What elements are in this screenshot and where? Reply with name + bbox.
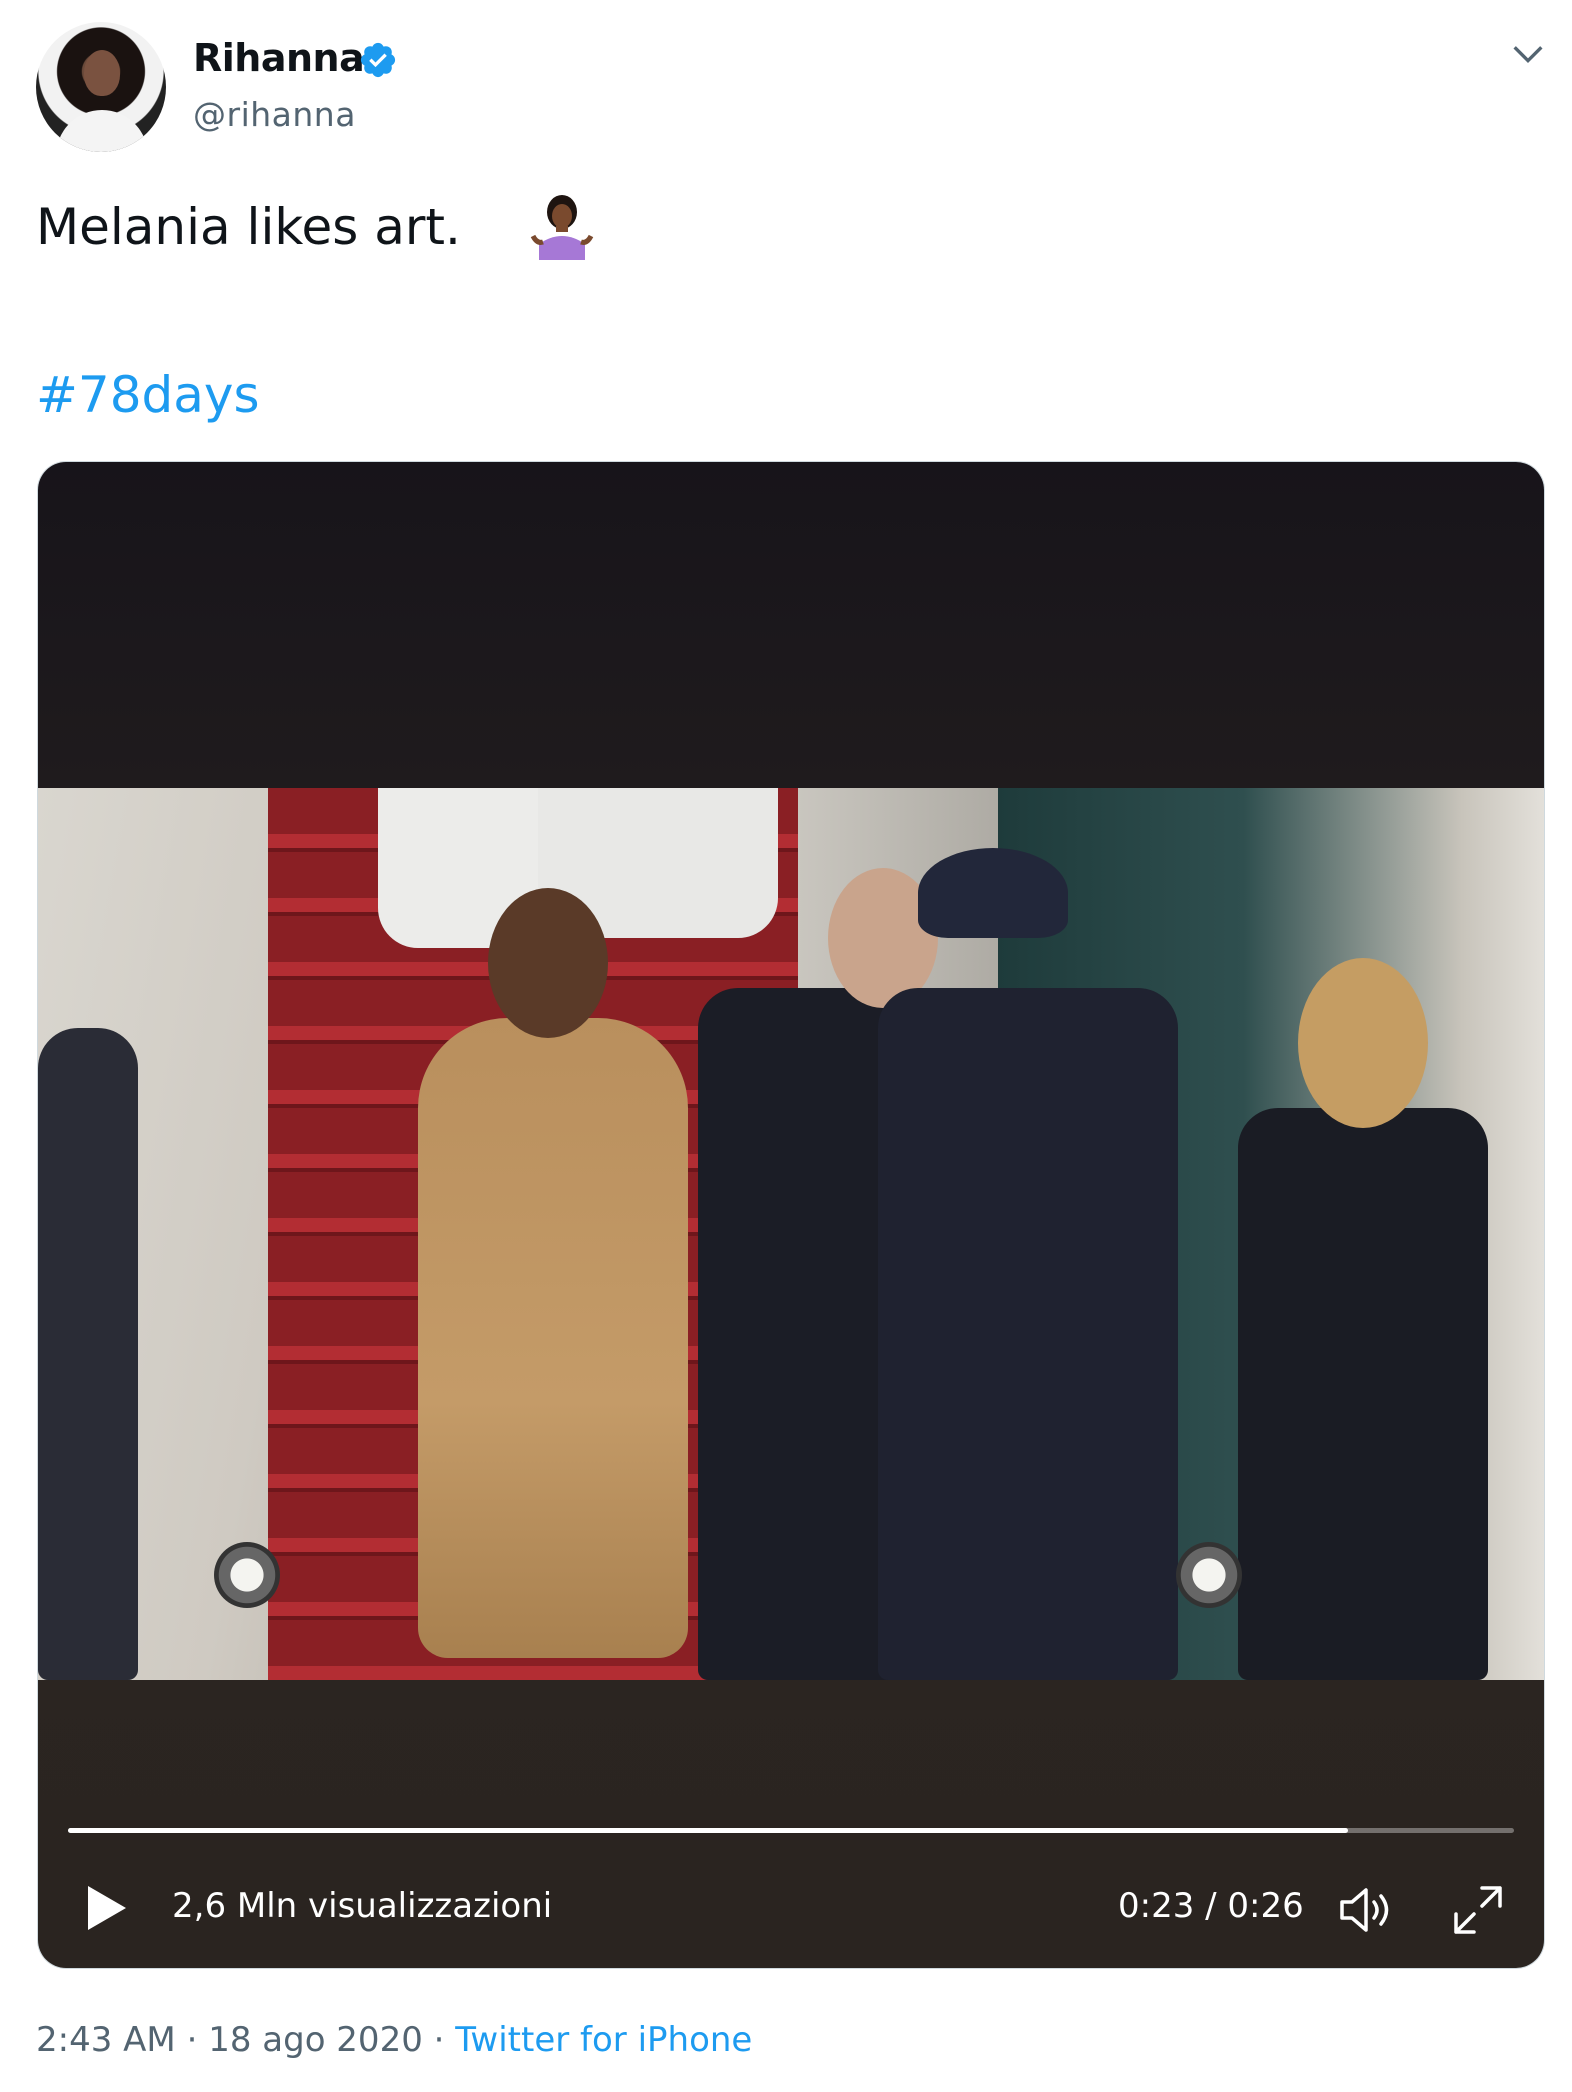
tweet-time[interactable]: 2:43 AM [36, 2020, 176, 2060]
video-player[interactable]: 2,6 Mln visualizzazioni 0:23 / 0:26 [38, 462, 1544, 1968]
author-name[interactable]: Rihanna [193, 36, 365, 80]
tweet-text: Melania likes art. [36, 198, 461, 256]
avatar[interactable] [36, 22, 166, 152]
video-scene-officer-cap [918, 848, 1068, 938]
video-scene-person [1238, 1108, 1488, 1680]
video-progress-fill [68, 1828, 1348, 1833]
tweet-meta: 2:43 AM · 18 ago 2020 · Twitter for iPho… [36, 2020, 752, 2060]
chevron-down-icon[interactable] [1508, 34, 1548, 74]
video-scene-person-head [1298, 958, 1428, 1128]
video-frame[interactable] [38, 788, 1544, 1680]
person-shrugging-emoji [530, 195, 594, 260]
avatar-face [84, 50, 120, 96]
meta-separator: · [186, 2020, 198, 2060]
meta-separator: · [433, 2020, 445, 2060]
hashtag-link[interactable]: #78days [36, 366, 260, 424]
play-icon[interactable] [82, 1882, 130, 1934]
video-scene-person [418, 1018, 688, 1658]
verified-badge-icon [360, 42, 396, 78]
video-time: 0:23 / 0:26 [1118, 1886, 1304, 1926]
video-scene-person [38, 1028, 138, 1680]
avatar-shirt [56, 110, 148, 152]
video-scene-person-head [488, 888, 608, 1038]
tweet-date[interactable]: 18 ago 2020 [208, 2020, 423, 2060]
video-scene-lamp [214, 1542, 280, 1608]
video-scene-person [878, 988, 1178, 1680]
tweet-source-link[interactable]: Twitter for iPhone [455, 2020, 752, 2060]
fullscreen-icon[interactable] [1450, 1882, 1506, 1938]
author-handle[interactable]: @rihanna [193, 95, 356, 134]
volume-icon[interactable] [1338, 1884, 1398, 1936]
video-view-count: 2,6 Mln visualizzazioni [172, 1886, 553, 1926]
video-scene-lamp [1176, 1542, 1242, 1608]
video-progress-bar[interactable] [68, 1828, 1514, 1833]
